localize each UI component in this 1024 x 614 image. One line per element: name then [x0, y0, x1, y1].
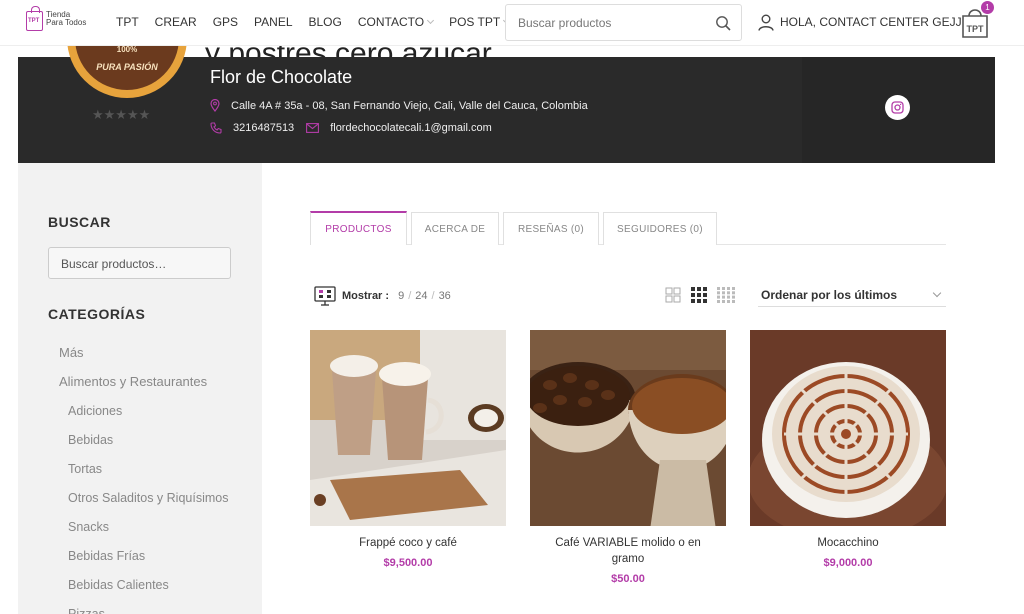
- nav-item-gps[interactable]: GPS: [213, 15, 238, 29]
- nav-item-panel[interactable]: PANEL: [254, 15, 292, 29]
- chevron-down-icon: [932, 288, 942, 298]
- categories-heading: CATEGORÍAS: [48, 306, 146, 322]
- product-image-coffee-beans[interactable]: [530, 330, 726, 526]
- instagram-icon: [891, 101, 904, 114]
- product-price: $9,000.00: [823, 557, 873, 569]
- nav-item-label: CONTACTO: [357, 15, 425, 29]
- store-contact: 3216487513 flordechocolatecali.1@gmail.c…: [210, 122, 492, 134]
- show-count-9[interactable]: 9: [398, 290, 404, 302]
- svg-text:TPT: TPT: [967, 24, 985, 34]
- nav-item-label: CREAR: [154, 15, 197, 29]
- nav-item-blog[interactable]: BLOG: [309, 15, 342, 29]
- search-icon[interactable]: [715, 15, 731, 31]
- sort-select-value: Ordenar por los últimos: [761, 288, 898, 302]
- avatar-percent-text: 100%: [116, 45, 138, 54]
- account-link[interactable]: HOLA, CONTACT CENTER GEJJ: [758, 13, 962, 31]
- product-title[interactable]: Café VARIABLE molido o en gramo: [530, 535, 726, 567]
- monitor-grid-icon: [314, 286, 336, 306]
- sidebar: BUSCAR CATEGORÍAS Más Alimentos y Restaur…: [18, 163, 262, 614]
- nav-item-contacto[interactable]: CONTACTO: [357, 15, 435, 29]
- show-label: Mostrar :: [342, 290, 390, 302]
- location-pin-icon: [210, 99, 220, 112]
- store-phone[interactable]: 3216487513: [233, 122, 294, 134]
- category-link[interactable]: Otros Saladitos y Riquísimos: [68, 491, 228, 505]
- nav-item-pos-tpt[interactable]: POS TPT: [449, 15, 511, 29]
- product-price: $50.00: [611, 573, 645, 585]
- product-price: $9,500.00: [383, 557, 433, 569]
- email-icon: [306, 123, 320, 133]
- account-label: HOLA, CONTACT CENTER GEJJ: [780, 15, 962, 29]
- main-menu: TPT CREAR GPS PANEL BLOG CONTACTO POS TPT: [116, 15, 525, 29]
- tab-seguidores[interactable]: SEGUIDORES (0): [603, 212, 717, 245]
- top-navigation-bar: TPT Tienda Para Todos TPT CREAR GPS PANEL BL…: [0, 0, 1024, 46]
- store-rating-stars: ★★★★★: [92, 107, 151, 122]
- store-name: Flor de Chocolate: [210, 67, 353, 87]
- logo-text-line2: Para Todos: [46, 18, 87, 27]
- category-link[interactable]: Bebidas Frías: [68, 549, 145, 563]
- sort-select[interactable]: Ordenar por los últimos: [758, 285, 946, 307]
- store-address: Calle 4A # 35a - 08, San Fernando Viejo,…: [210, 99, 588, 112]
- nav-item-label: PANEL: [254, 15, 293, 29]
- site-logo[interactable]: TPT Tienda Para Todos: [26, 6, 88, 35]
- category-link[interactable]: Pizzas: [68, 607, 105, 614]
- category-link[interactable]: Alimentos y Restaurantes: [59, 374, 207, 389]
- category-link[interactable]: Tortas: [68, 462, 102, 476]
- show-count-36[interactable]: 36: [439, 290, 451, 302]
- nav-item-crear[interactable]: CREAR: [155, 15, 197, 29]
- grid-3-columns-icon[interactable]: [691, 287, 707, 303]
- nav-item-label: TPT: [116, 15, 139, 29]
- header-search-input[interactable]: [518, 14, 708, 32]
- nav-item-label: GPS: [212, 15, 239, 29]
- store-email[interactable]: flordechocolatecali.1@gmail.com: [330, 122, 492, 134]
- chevron-down-icon: [427, 16, 435, 25]
- grid-view-switcher: [665, 287, 735, 303]
- tab-acerca-de[interactable]: ACERCA DE: [411, 212, 499, 245]
- grid-4-columns-icon[interactable]: [717, 287, 735, 303]
- cart-button[interactable]: TPT 1: [960, 1, 994, 40]
- show-count-bar: Mostrar : 9/ 24/ 36: [314, 286, 454, 306]
- product-image-frappe[interactable]: [310, 330, 506, 526]
- product-card[interactable]: Frappé coco y café $9,500.00: [310, 330, 506, 569]
- nav-item-tpt[interactable]: TPT: [116, 15, 139, 29]
- sidebar-search: [48, 247, 231, 279]
- tab-productos[interactable]: PRODUCTOS: [310, 211, 407, 245]
- show-count-24[interactable]: 24: [415, 290, 427, 302]
- shopping-bag-logo-icon: TPT: [26, 6, 43, 31]
- header-search: [505, 4, 742, 41]
- category-link[interactable]: Más: [59, 345, 84, 360]
- store-address-text: Calle 4A # 35a - 08, San Fernando Viejo,…: [231, 99, 588, 112]
- category-link[interactable]: Snacks: [68, 520, 109, 534]
- cart-count-badge: 1: [981, 1, 994, 14]
- store-tabs: PRODUCTOS ACERCA DE RESEÑAS (0) SEGUIDORES …: [310, 211, 946, 245]
- product-title[interactable]: Mocacchino: [750, 535, 946, 551]
- product-title[interactable]: Frappé coco y café: [310, 535, 506, 551]
- product-image-mocacchino[interactable]: [750, 330, 946, 526]
- instagram-button[interactable]: [885, 95, 910, 120]
- category-link[interactable]: Adiciones: [68, 404, 122, 418]
- nav-item-label: POS TPT: [449, 15, 501, 29]
- category-link[interactable]: Bebidas Calientes: [68, 578, 169, 592]
- product-card[interactable]: Café VARIABLE molido o en gramo $50.00: [530, 330, 726, 585]
- tab-reseñas[interactable]: RESEÑAS (0): [503, 212, 599, 245]
- category-link[interactable]: Bebidas: [68, 433, 113, 447]
- user-icon: [758, 14, 774, 31]
- phone-icon: [210, 122, 222, 134]
- product-card[interactable]: Mocacchino $9,000.00: [750, 330, 946, 569]
- sidebar-search-input[interactable]: [61, 256, 221, 272]
- avatar-text: PURA PASIÓN: [96, 62, 158, 72]
- grid-2-columns-icon[interactable]: [665, 287, 681, 303]
- search-heading: BUSCAR: [48, 214, 111, 230]
- nav-item-label: BLOG: [308, 15, 342, 29]
